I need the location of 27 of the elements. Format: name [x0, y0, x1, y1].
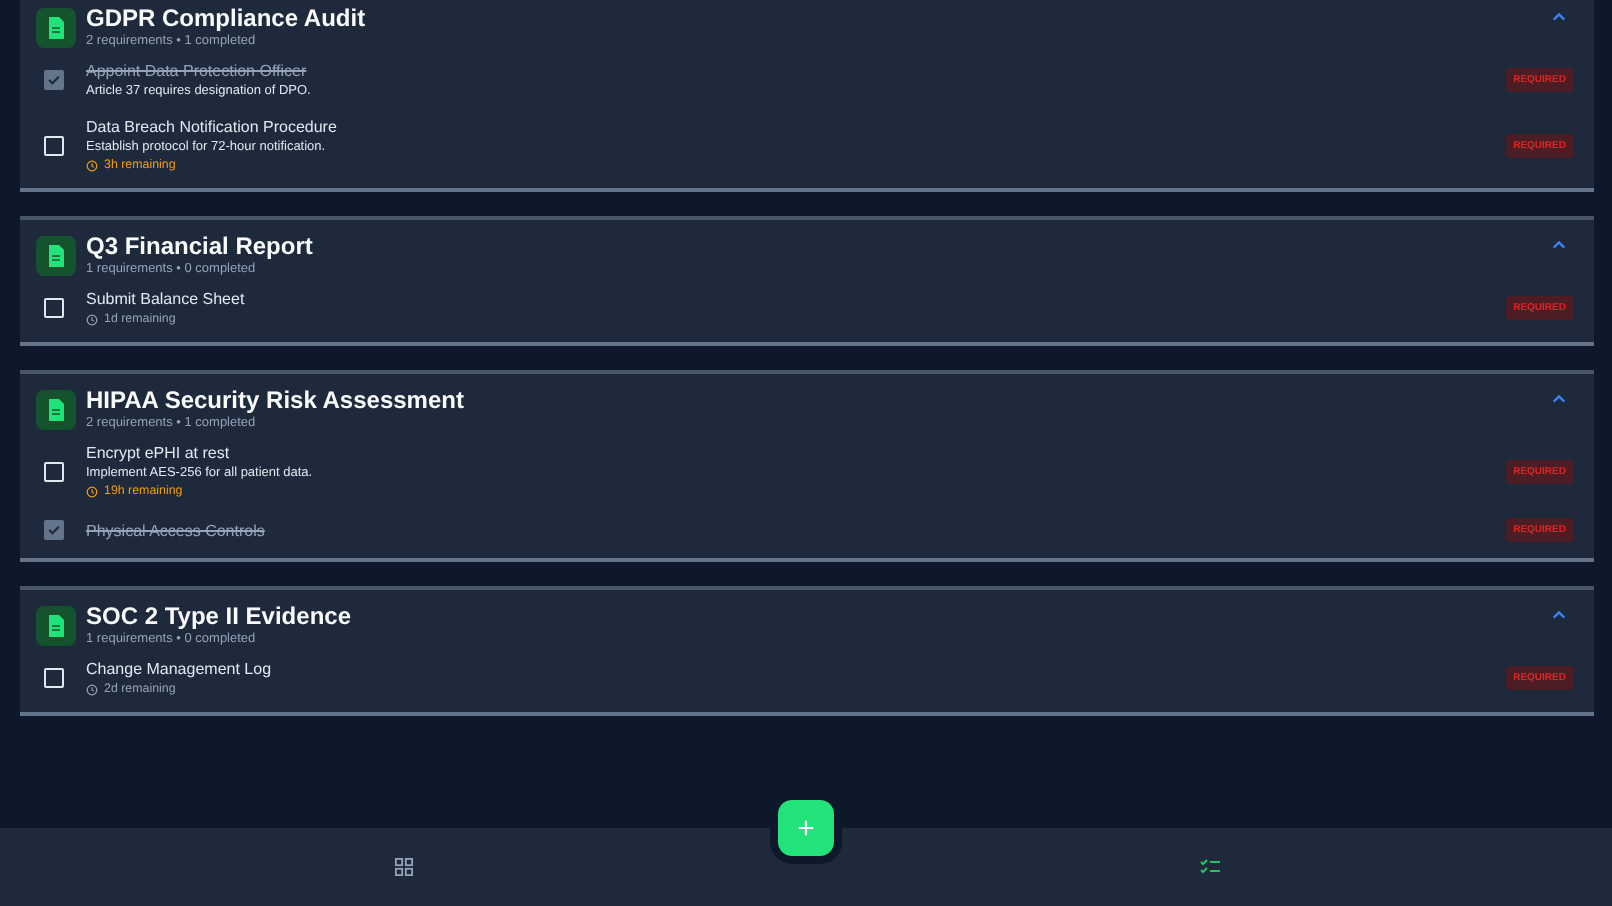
document-icon — [36, 7, 76, 47]
group-title: SOC 2 Type II Evidence — [86, 602, 353, 630]
requirement-title: Encrypt ePHI at rest — [86, 444, 230, 462]
chevron-up-icon[interactable] — [1552, 394, 1566, 404]
chevron-up-icon[interactable] — [1552, 610, 1566, 620]
clock-icon — [86, 313, 98, 325]
grid-icon[interactable] — [393, 858, 413, 876]
requirement-title: Change Management Log — [86, 660, 272, 678]
clock-icon — [86, 159, 98, 171]
document-icon — [36, 235, 76, 275]
chevron-up-icon[interactable] — [1552, 240, 1566, 250]
document-icon — [36, 389, 76, 429]
requirement-title: Submit Balance Sheet — [86, 290, 245, 308]
clock-icon — [86, 485, 98, 497]
group-title: HIPAA Security Risk Assessment — [86, 386, 466, 414]
checklist-icon[interactable] — [1199, 858, 1219, 876]
checkbox[interactable] — [44, 70, 64, 90]
group-title: Q3 Financial Report — [86, 232, 315, 260]
requirement-title: Appoint Data Protection Officer — [86, 62, 307, 80]
group-title: GDPR Compliance Audit — [86, 4, 368, 32]
add-button[interactable]: + — [778, 800, 834, 856]
requirement-title: Physical Access Controls — [86, 521, 265, 539]
chevron-up-icon[interactable] — [1552, 12, 1566, 22]
clock-icon — [86, 683, 98, 695]
document-icon — [36, 605, 76, 645]
checkbox[interactable] — [44, 520, 64, 540]
requirement-title: Data Breach Notification Procedure — [86, 118, 337, 136]
